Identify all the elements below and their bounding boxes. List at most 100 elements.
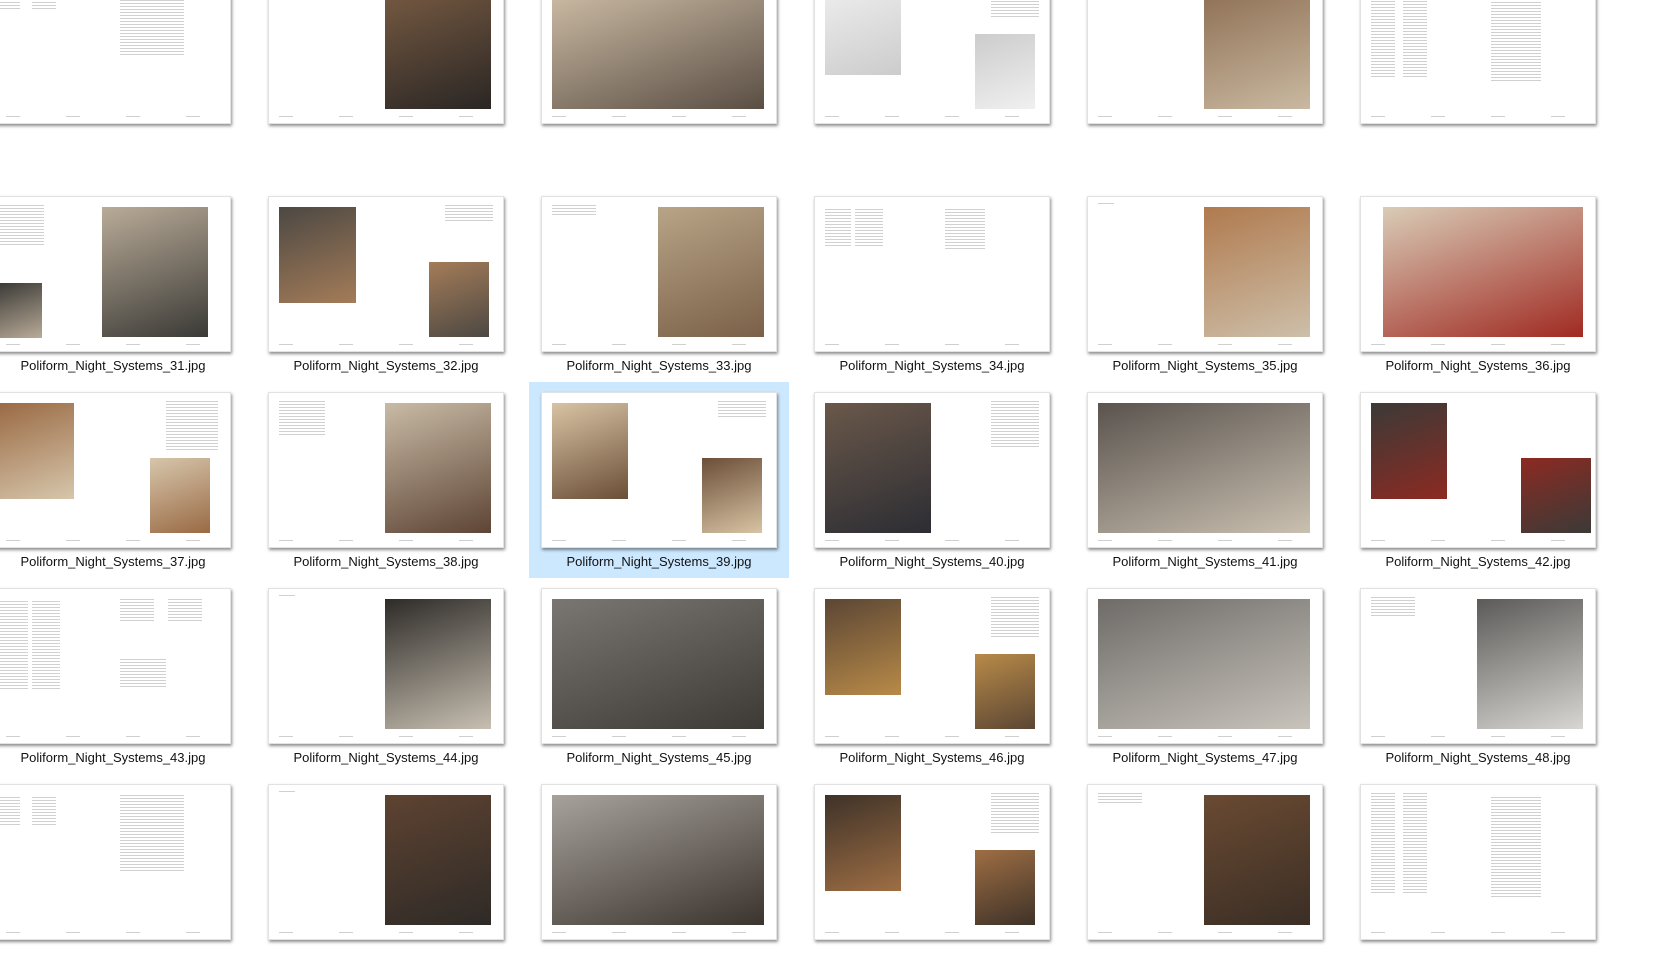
file-thumbnail	[268, 392, 504, 548]
file-item[interactable]: Poliform_Night_Systems_45.jpg	[529, 578, 789, 774]
file-item[interactable]: Poliform_Night_Systems_25.jpg	[0, 0, 243, 184]
page-text-block	[120, 795, 184, 871]
file-item[interactable]: Poliform_Night_Systems_48.jpg	[1348, 578, 1608, 774]
file-thumbnail	[1360, 588, 1596, 744]
page-text-block	[168, 599, 202, 623]
page-photo	[385, 403, 491, 533]
page-text-block	[718, 401, 766, 417]
page-footer	[552, 344, 766, 345]
page-text-block	[552, 205, 596, 217]
file-name-label: Poliform_Night_Systems_33.jpg	[566, 358, 752, 373]
file-thumbnail	[0, 588, 231, 744]
file-thumbnail	[1360, 0, 1596, 124]
page-photo	[1371, 403, 1447, 499]
file-name-label: Poliform_Night_Systems_43.jpg	[20, 750, 206, 765]
page-text-block	[1098, 793, 1142, 805]
file-name-label: Poliform_Night_Systems_40.jpg	[839, 554, 1025, 569]
page-photo	[102, 207, 208, 337]
file-name-label: Poliform_Night_Systems_32.jpg	[293, 358, 479, 373]
page-text-block	[1491, 797, 1541, 897]
file-item[interactable]	[802, 774, 1062, 970]
page-footer	[1098, 116, 1312, 117]
page-photo	[1521, 458, 1591, 533]
page-text-block	[1403, 0, 1427, 77]
page-footer	[6, 116, 220, 117]
file-item[interactable]	[529, 774, 789, 970]
file-item[interactable]: Poliform_Night_Systems_28.jpg	[802, 0, 1062, 184]
page-photo	[0, 283, 42, 338]
file-item[interactable]	[1075, 774, 1335, 970]
file-item[interactable]: Poliform_Night_Systems_44.jpg	[256, 578, 516, 774]
page-photo	[975, 654, 1035, 729]
file-item[interactable]: Poliform_Night_Systems_30.jpg	[1348, 0, 1608, 184]
page-footer	[1371, 932, 1585, 933]
file-item[interactable]	[1348, 774, 1608, 970]
page-footer	[1371, 736, 1585, 737]
page-text-block	[32, 797, 56, 827]
file-thumbnail	[1360, 196, 1596, 352]
file-item[interactable]: Poliform_Night_Systems_39.jpg	[529, 382, 789, 578]
page-footer	[6, 540, 220, 541]
file-item[interactable]	[0, 774, 243, 970]
file-name-label: Poliform_Night_Systems_36.jpg	[1385, 358, 1571, 373]
file-thumbnail	[1087, 0, 1323, 124]
page-text-block	[120, 599, 154, 623]
file-thumbnail	[0, 392, 231, 548]
page-photo	[552, 795, 764, 925]
file-item[interactable]: Poliform_Night_Systems_46.jpg	[802, 578, 1062, 774]
file-name-label: Poliform_Night_Systems_42.jpg	[1385, 554, 1571, 569]
page-photo	[658, 207, 764, 337]
page-text-block	[825, 209, 851, 247]
file-name-label: Poliform_Night_Systems_38.jpg	[293, 554, 479, 569]
file-name-label: Poliform_Night_Systems_31.jpg	[20, 358, 206, 373]
page-footer	[1098, 540, 1312, 541]
page-footer	[6, 932, 220, 933]
page-footer	[825, 540, 1039, 541]
file-thumbnail	[0, 784, 231, 940]
page-footer	[279, 344, 493, 345]
file-thumbnail	[541, 588, 777, 744]
file-item[interactable]: Poliform_Night_Systems_33.jpg	[529, 186, 789, 382]
page-footer	[6, 736, 220, 737]
file-item[interactable]: Poliform_Night_Systems_42.jpg	[1348, 382, 1608, 578]
page-photo	[279, 207, 356, 303]
page-text-block	[991, 0, 1039, 17]
file-item[interactable]: Poliform_Night_Systems_36.jpg	[1348, 186, 1608, 382]
page-photo	[429, 262, 489, 337]
page-text-block	[32, 601, 60, 691]
file-item[interactable]: Poliform_Night_Systems_27.jpg	[529, 0, 789, 184]
page-text-block	[855, 209, 883, 247]
file-thumbnail	[1087, 392, 1323, 548]
page-footer	[552, 736, 766, 737]
file-thumbnail	[1087, 196, 1323, 352]
file-item[interactable]: Poliform_Night_Systems_32.jpg	[256, 186, 516, 382]
page-photo	[150, 458, 210, 533]
file-item[interactable]: Poliform_Night_Systems_37.jpg	[0, 382, 243, 578]
file-item[interactable]: Poliform_Night_Systems_41.jpg	[1075, 382, 1335, 578]
page-text-block	[1098, 203, 1114, 206]
file-item[interactable]: Poliform_Night_Systems_34.jpg	[802, 186, 1062, 382]
page-photo	[1204, 0, 1310, 109]
page-footer	[279, 116, 493, 117]
page-footer	[552, 932, 766, 933]
page-text-block	[120, 0, 184, 55]
page-footer	[279, 932, 493, 933]
file-thumbnail	[0, 196, 231, 352]
file-item[interactable]: Poliform_Night_Systems_43.jpg	[0, 578, 243, 774]
file-item[interactable]: Poliform_Night_Systems_26.jpg	[256, 0, 516, 184]
page-text-block	[1371, 0, 1395, 77]
file-item[interactable]: Poliform_Night_Systems_47.jpg	[1075, 578, 1335, 774]
file-thumbnail-grid: Poliform_Night_Systems_25.jpgPoliform_Ni…	[0, 0, 1653, 940]
page-footer	[6, 344, 220, 345]
file-item[interactable]: Poliform_Night_Systems_40.jpg	[802, 382, 1062, 578]
file-item[interactable]: Poliform_Night_Systems_38.jpg	[256, 382, 516, 578]
page-footer	[552, 116, 766, 117]
file-item[interactable]: Poliform_Night_Systems_31.jpg	[0, 186, 243, 382]
file-item[interactable]: Poliform_Night_Systems_29.jpg	[1075, 0, 1335, 184]
file-item[interactable]	[256, 774, 516, 970]
file-item[interactable]: Poliform_Night_Systems_35.jpg	[1075, 186, 1335, 382]
page-photo	[1204, 795, 1310, 925]
page-photo	[702, 458, 762, 533]
page-footer	[552, 540, 766, 541]
file-thumbnail	[1360, 392, 1596, 548]
